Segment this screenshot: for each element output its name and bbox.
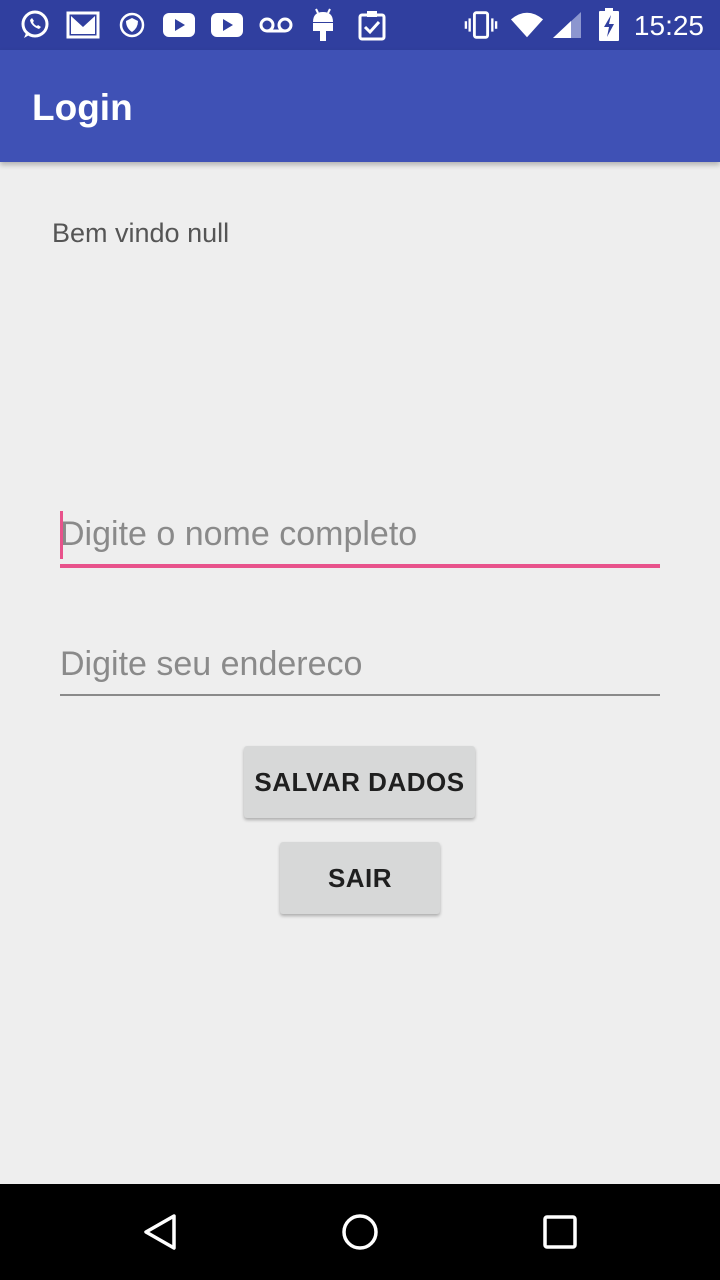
welcome-text: Bem vindo null <box>52 218 230 248</box>
shield-icon <box>115 8 149 42</box>
voicemail-icon <box>259 8 293 42</box>
wifi-icon <box>510 8 544 42</box>
name-input[interactable] <box>60 515 660 564</box>
name-field-container <box>60 511 660 568</box>
gmail-icon <box>66 8 100 42</box>
youtube-icon <box>210 8 244 42</box>
page-title: Login <box>32 87 133 128</box>
vibrate-icon <box>464 8 498 42</box>
name-input-underline <box>60 564 660 568</box>
recents-icon[interactable] <box>536 1208 584 1256</box>
status-bar: 15:25 <box>0 0 720 50</box>
text-cursor <box>60 511 63 559</box>
save-data-button[interactable]: SALVAR DADOS <box>244 746 475 818</box>
back-icon[interactable] <box>136 1208 184 1256</box>
address-input[interactable] <box>60 645 660 694</box>
address-input-underline <box>60 694 660 696</box>
youtube-icon <box>162 8 196 42</box>
navigation-bar <box>0 1184 720 1280</box>
address-field-container <box>60 645 660 696</box>
signal-icon <box>550 8 584 42</box>
exit-button[interactable]: SAIR <box>280 842 440 914</box>
clipboard-check-icon <box>355 8 389 42</box>
app-bar: Login <box>0 50 720 162</box>
battery-charging-icon <box>592 8 626 42</box>
android-icon <box>306 8 340 42</box>
home-icon[interactable] <box>336 1208 384 1256</box>
status-clock: 15:25 <box>633 10 704 41</box>
whatsapp-icon <box>18 8 52 42</box>
